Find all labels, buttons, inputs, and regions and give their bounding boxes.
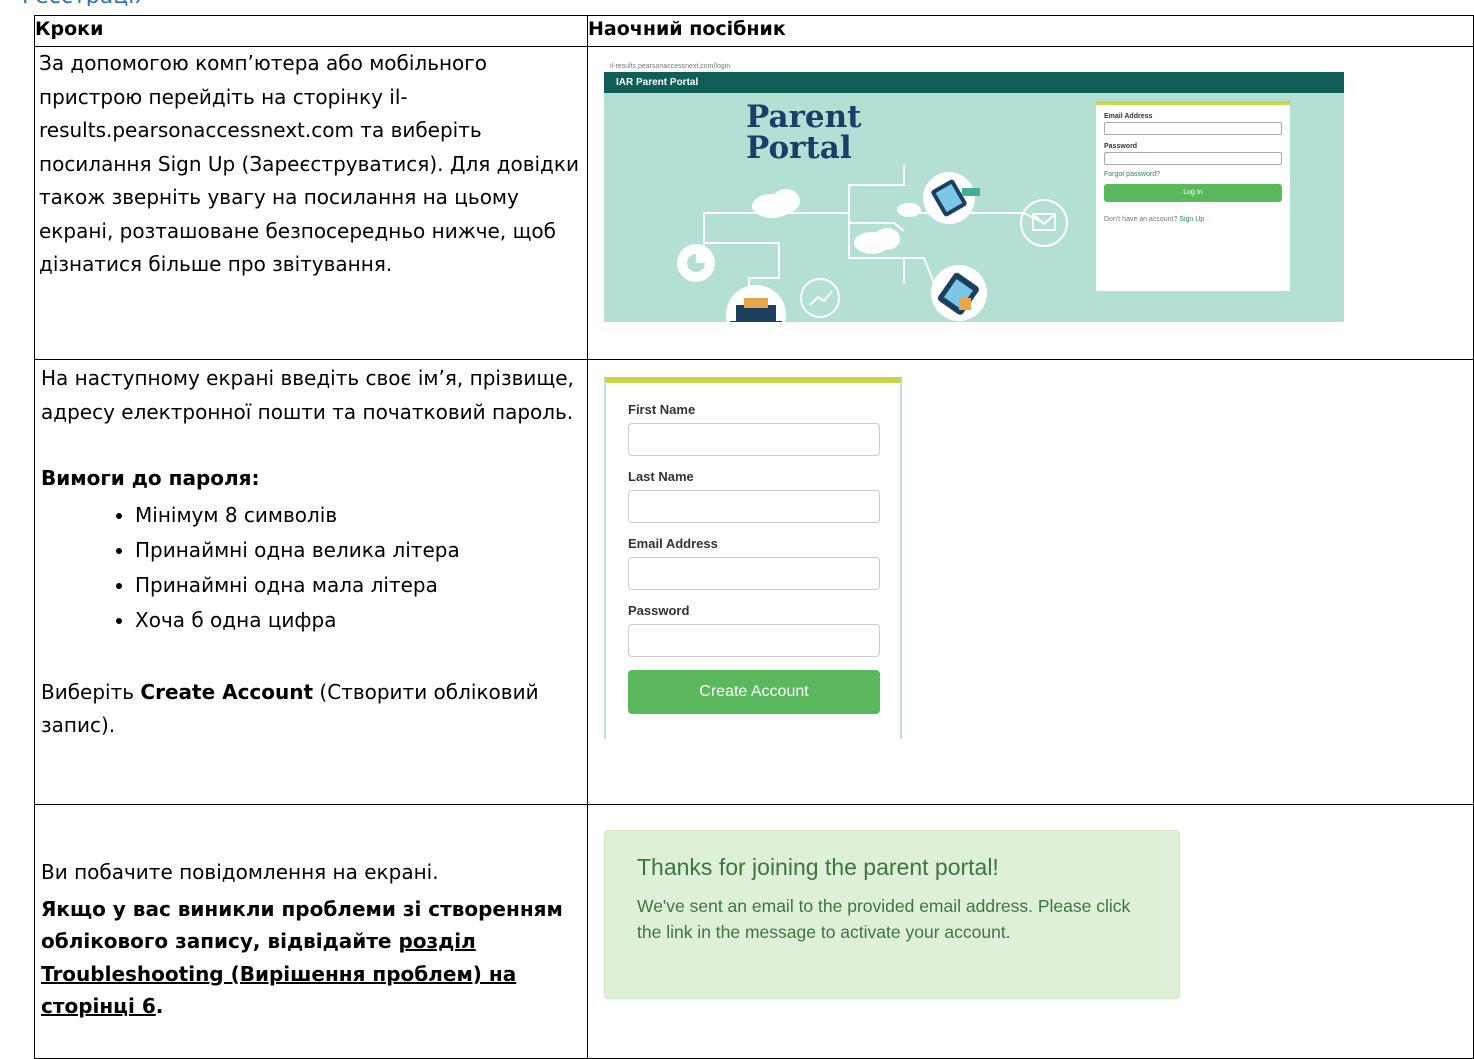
password-label: Password [1104, 143, 1138, 150]
cloud-icon [897, 203, 921, 217]
step-2-guide-cell: First Name Last Name Email Address Passw… [587, 359, 1474, 805]
tablet-icon [923, 172, 980, 224]
step-3-text: Ви побачите повідомлення на екрані. Якщо… [34, 804, 588, 1059]
troubleshooting-suffix: . [155, 994, 164, 1018]
email-label: Email Address [1104, 113, 1153, 120]
success-alert: Thanks for joining the parent portal! We… [604, 830, 1180, 999]
signup-form-screenshot: First Name Last Name Email Address Passw… [604, 377, 902, 739]
password-input[interactable] [628, 624, 880, 657]
no-account-text: Don't have an account? [1104, 216, 1178, 223]
email-field[interactable] [1104, 122, 1282, 135]
table-row: За допомогою комп’ютера або мобільного п… [34, 46, 1474, 360]
step-1-guide-cell: il-results.pearsonaccessnext.com/login I… [587, 46, 1474, 360]
forgot-password-link[interactable]: Forgot password? [1104, 171, 1282, 178]
step-2-text: На наступному екрані введіть своє ім’я, … [34, 359, 588, 805]
last-name-input[interactable] [628, 490, 880, 523]
first-name-label: First Name [628, 402, 696, 417]
cloud-icon [854, 228, 900, 254]
log-in-button[interactable]: Log In [1104, 184, 1282, 202]
list-item: Хоча б одна цифра [135, 603, 587, 638]
select-prefix: Виберіть [41, 679, 141, 704]
table-row: На наступному екрані введіть своє ім’я, … [34, 359, 1474, 805]
login-form: Email Address Password Forgot password? … [1096, 101, 1290, 291]
step-2-intro: На наступному екрані введіть своє ім’я, … [41, 366, 574, 424]
table-row: Ви побачите повідомлення на екрані. Якщо… [34, 804, 1474, 1059]
email-address-input[interactable] [628, 557, 880, 590]
step-1-paragraph: За допомогою комп’ютера або мобільного п… [39, 51, 579, 276]
password-requirements-title: Вимоги до пароля: [41, 466, 260, 490]
steps-table: Кроки Наочний посібник За допомогою комп… [34, 15, 1474, 1059]
step-3-guide-cell: Thanks for joining the parent portal! We… [587, 804, 1474, 1059]
chart-icon [800, 278, 840, 318]
password-field[interactable] [1104, 152, 1282, 165]
sign-up-link[interactable]: Sign Up [1179, 216, 1204, 223]
troubleshooting-note: Якщо у вас виникли проблеми зі створення… [35, 890, 587, 1023]
portal-illustration [677, 165, 1068, 322]
phone-icon [931, 265, 987, 321]
password-requirements-list: Мінімум 8 символів Принаймні одна велика… [35, 498, 587, 638]
list-item: Мінімум 8 символів [135, 498, 587, 533]
email-icon [1020, 199, 1068, 247]
parent-portal-screenshot: il-results.pearsonaccessnext.com/login I… [604, 62, 1344, 322]
create-account-button[interactable]: Create Account [628, 670, 880, 714]
last-name-label: Last Name [628, 469, 694, 484]
pie-chart-icon [677, 244, 715, 282]
step-1-text: За допомогою комп’ютера або мобільного п… [34, 46, 588, 360]
step-3-message: Ви побачите повідомлення на екрані. [41, 860, 439, 884]
troubleshooting-prefix: Якщо у вас виникли проблеми зі створення… [41, 896, 563, 954]
success-alert-body: We've sent an email to the provided emai… [637, 896, 1131, 942]
first-name-input[interactable] [628, 423, 880, 456]
select-create-account-instruction: Виберіть Create Account (Створити обліко… [35, 676, 587, 743]
list-item: Принаймні одна велика літера [135, 533, 587, 568]
laptop-icon [726, 285, 786, 322]
header-steps: Кроки [34, 15, 588, 47]
email-address-label: Email Address [628, 536, 718, 551]
browser-url: il-results.pearsonaccessnext.com/login [604, 62, 1344, 72]
password-label: Password [628, 603, 690, 618]
create-account-bold: Create Account [140, 679, 314, 704]
sign-up-prompt: Don't have an account? Sign Up [1104, 216, 1282, 223]
list-item: Принаймні одна мала літера [135, 568, 587, 603]
previous-page-text-fragment: Реєстрація [0, 0, 140, 6]
success-alert-heading: Thanks for joining the parent portal! [637, 854, 999, 880]
portal-header: IAR Parent Portal [604, 72, 1344, 93]
header-guide: Наочний посібник [587, 15, 1474, 47]
